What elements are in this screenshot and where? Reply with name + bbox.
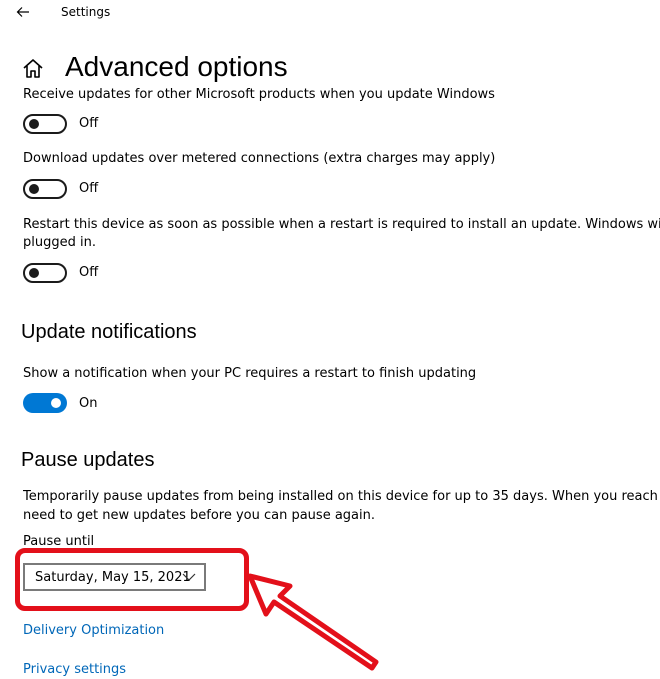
- restart-notification-toggle[interactable]: [23, 393, 67, 413]
- receive-other-products-label: Receive updates for other Microsoft prod…: [23, 87, 495, 102]
- back-arrow-icon: [16, 7, 29, 17]
- restart-asap-toggle[interactable]: [23, 263, 67, 283]
- toggle-knob: [29, 119, 39, 129]
- home-button[interactable]: [20, 56, 46, 82]
- pause-updates-heading: Pause updates: [21, 449, 155, 471]
- receive-other-products-toggle[interactable]: [23, 114, 67, 134]
- annotation-arrow-icon: [247, 573, 379, 671]
- restart-asap-label-line2: plugged in.: [23, 235, 96, 250]
- back-button[interactable]: [10, 0, 36, 24]
- annotation-highlight-box: [15, 548, 249, 611]
- toggle-knob: [29, 184, 39, 194]
- page-title: Advanced options: [65, 51, 288, 82]
- update-notifications-heading: Update notifications: [21, 321, 197, 343]
- metered-connections-toggle[interactable]: [23, 179, 67, 199]
- app-title: Settings: [61, 5, 111, 19]
- restart-asap-state: Off: [79, 265, 99, 280]
- toggle-knob: [29, 268, 39, 278]
- restart-asap-label-line1: Restart this device as soon as possible …: [23, 217, 660, 232]
- pause-description-line1: Temporarily pause updates from being ins…: [23, 489, 660, 504]
- pause-description-line2: need to get new updates before you can p…: [23, 508, 375, 523]
- toggle-knob: [51, 398, 61, 408]
- home-icon: [23, 59, 43, 78]
- restart-notification-label: Show a notification when your PC require…: [23, 366, 477, 381]
- delivery-optimization-link[interactable]: Delivery Optimization: [23, 622, 164, 640]
- metered-connections-label: Download updates over metered connection…: [23, 151, 496, 166]
- restart-notification-state: On: [79, 396, 98, 411]
- receive-other-products-state: Off: [79, 116, 99, 131]
- privacy-settings-link[interactable]: Privacy settings: [23, 661, 126, 679]
- metered-connections-state: Off: [79, 181, 99, 196]
